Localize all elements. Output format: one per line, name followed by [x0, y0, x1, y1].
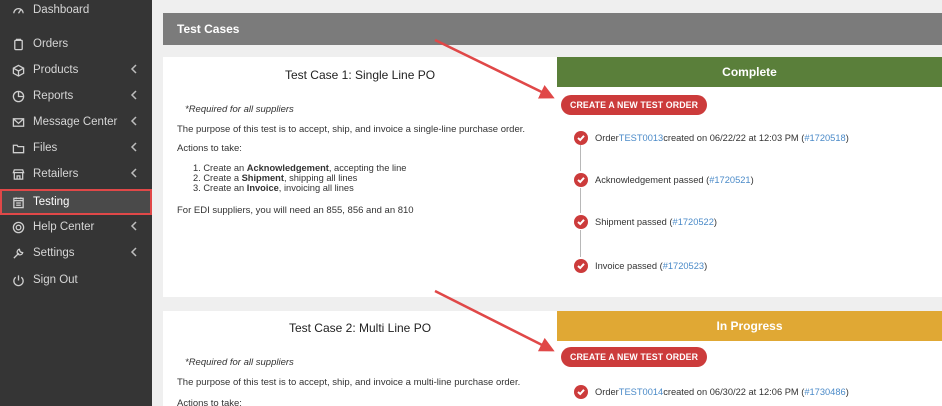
check-circle-icon [574, 385, 588, 399]
check-circle-icon [574, 173, 588, 187]
chart-icon [11, 89, 25, 103]
sidebar: Dashboard Orders Products Reports Messag… [0, 0, 152, 406]
action-item: 2. Create a Shipment, shipping all lines [193, 173, 358, 183]
test-case-card: Test Case 1: Single Line PO *Required fo… [163, 57, 942, 297]
timeline-item: Shipment passed (#1720522) [574, 215, 717, 229]
calendar-icon [11, 195, 25, 209]
sidebar-item-sign-out[interactable]: Sign Out [0, 267, 152, 293]
sidebar-item-label: Dashboard [33, 4, 90, 16]
timeline-item: Invoice passed (#1720523) [574, 259, 707, 273]
status-bar-complete: Complete [557, 57, 942, 87]
lifebuoy-icon [11, 220, 25, 234]
sidebar-item-label: Products [33, 64, 79, 76]
sidebar-item-label: Reports [33, 90, 74, 102]
create-test-order-button[interactable]: CREATE A NEW TEST ORDER [561, 95, 708, 115]
purpose-text: The purpose of this test is to accept, s… [177, 124, 526, 135]
timeline-item: Order TEST0014 created on 06/30/22 at 12… [574, 385, 849, 399]
sidebar-item-label: Sign Out [33, 274, 78, 286]
power-icon [11, 273, 25, 287]
chevron-left-icon [130, 116, 140, 128]
sidebar-item-products[interactable]: Products [0, 57, 152, 83]
sidebar-item-dashboard[interactable]: Dashboard [0, 0, 152, 20]
purpose-text: The purpose of this test is to accept, s… [177, 377, 521, 388]
timeline-connector [580, 145, 581, 171]
folder-icon [11, 141, 25, 155]
sidebar-item-orders[interactable]: Orders [0, 31, 152, 57]
sidebar-item-message-center[interactable]: Message Center [0, 109, 152, 135]
sidebar-item-label: Retailers [33, 168, 79, 180]
status-label: Complete [722, 65, 777, 79]
sidebar-item-retailers[interactable]: Retailers [0, 161, 152, 187]
page-title: Test Cases [177, 22, 240, 36]
required-note: *Required for all suppliers [185, 104, 294, 115]
chevron-left-icon [130, 90, 140, 102]
status-label: In Progress [716, 319, 783, 333]
actions-list: 1. Create an Acknowledgement, accepting … [193, 163, 406, 193]
chevron-left-icon [130, 247, 140, 259]
sidebar-item-label: Settings [33, 247, 75, 259]
sidebar-item-label: Message Center [33, 116, 118, 128]
action-item: 3. Create an Invoice, invoicing all line… [193, 183, 354, 193]
box-icon [11, 63, 25, 77]
sidebar-item-settings[interactable]: Settings [0, 240, 152, 266]
timeline-connector [580, 188, 581, 213]
chevron-left-icon [130, 168, 140, 180]
check-circle-icon [574, 215, 588, 229]
timeline-connector [580, 230, 581, 257]
sidebar-item-label: Files [33, 142, 58, 154]
sidebar-item-help-center[interactable]: Help Center [0, 214, 152, 240]
order-link[interactable]: TEST0013 [619, 133, 663, 143]
store-icon [11, 167, 25, 181]
test-case-title: Test Case 1: Single Line PO [284, 68, 436, 82]
chevron-left-icon [130, 142, 140, 154]
check-circle-icon [574, 131, 588, 145]
actions-label: Actions to take: [177, 143, 242, 154]
shipment-id-link[interactable]: #1720522 [673, 217, 714, 227]
speedometer-icon [11, 3, 25, 17]
timeline: Order TEST0014 created on 06/30/22 at 12… [574, 383, 934, 403]
order-id-link[interactable]: #1720518 [804, 133, 845, 143]
required-note: *Required for all suppliers [185, 357, 294, 368]
test-case-title: Test Case 2: Multi Line PO [288, 321, 432, 335]
create-test-order-button[interactable]: CREATE A NEW TEST ORDER [561, 347, 708, 367]
test-case-card: Test Case 2: Multi Line PO *Required for… [163, 311, 942, 406]
timeline-item: Order TEST0013 created on 06/22/22 at 12… [574, 131, 849, 145]
envelope-icon [11, 115, 25, 129]
order-link[interactable]: TEST0014 [619, 387, 663, 397]
action-item: 1. Create an Acknowledgement, accepting … [193, 163, 407, 173]
sidebar-item-label: Help Center [33, 221, 95, 233]
sidebar-item-reports[interactable]: Reports [0, 83, 152, 109]
timeline: Order TEST0013 created on 06/22/22 at 12… [574, 129, 934, 279]
invoice-id-link[interactable]: #1720523 [663, 261, 704, 271]
actions-label: Actions to take: [177, 398, 242, 406]
clipboard-icon [11, 37, 25, 51]
sidebar-item-label: Orders [33, 38, 69, 50]
acknowledgement-id-link[interactable]: #1720521 [709, 175, 750, 185]
timeline-item: Acknowledgement passed (#1720521) [574, 173, 754, 187]
chevron-left-icon [130, 221, 140, 233]
edi-note: For EDI suppliers, you will need an 855,… [177, 205, 414, 216]
sidebar-item-testing[interactable]: Testing [0, 189, 152, 215]
page-header: Test Cases [163, 13, 942, 45]
order-id-link[interactable]: #1730486 [804, 387, 845, 397]
sidebar-item-files[interactable]: Files [0, 135, 152, 161]
status-bar-in-progress: In Progress [557, 311, 942, 341]
wrench-icon [11, 246, 25, 260]
chevron-left-icon [130, 64, 140, 76]
sidebar-item-label: Testing [33, 196, 70, 208]
check-circle-icon [574, 259, 588, 273]
